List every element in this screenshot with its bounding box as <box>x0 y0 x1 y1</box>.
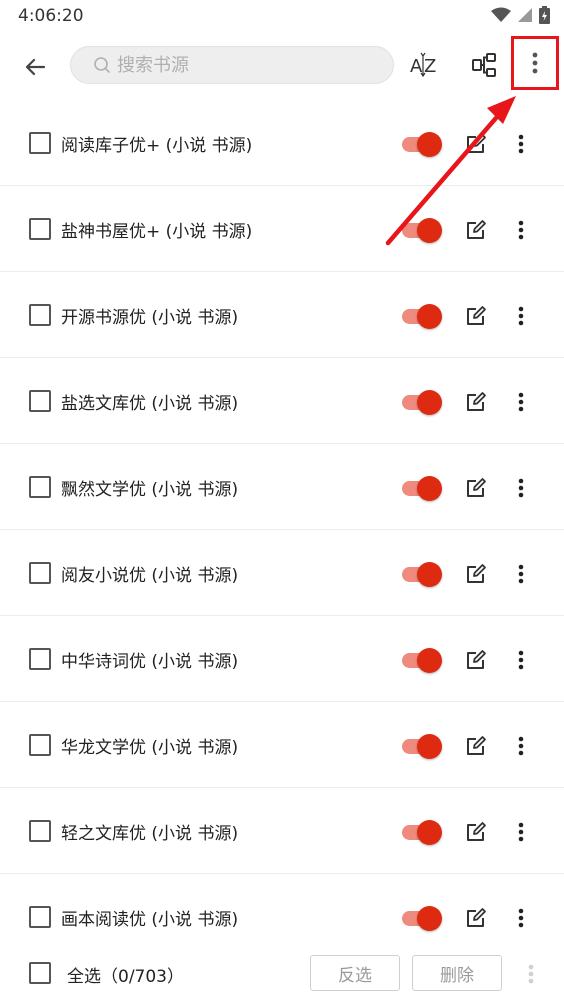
edit-icon[interactable] <box>463 819 489 845</box>
search-icon <box>94 57 110 73</box>
row-menu-button[interactable] <box>510 129 532 159</box>
source-name: 开源书源优 (小说 书源) <box>61 308 239 328</box>
edit-icon[interactable] <box>463 303 489 329</box>
more-vertical-icon <box>518 478 524 498</box>
source-row[interactable]: 华龙文学优 (小说 书源) <box>0 702 564 788</box>
battery-icon <box>539 6 550 24</box>
search-input[interactable] <box>117 54 377 76</box>
arrow-left-icon <box>25 58 46 76</box>
group-button[interactable] <box>464 44 504 86</box>
more-vertical-icon <box>518 736 524 756</box>
edit-icon[interactable] <box>463 389 489 415</box>
row-menu-button[interactable] <box>510 817 532 847</box>
status-time: 4:06:20 <box>18 6 84 26</box>
source-row[interactable]: 盐选文库优 (小说 书源) <box>0 358 564 444</box>
more-vertical-icon <box>518 134 524 154</box>
row-menu-button[interactable] <box>510 215 532 245</box>
source-row[interactable]: 飘然文学优 (小说 书源) <box>0 444 564 530</box>
delete-button[interactable]: 删除 <box>412 955 502 991</box>
select-all-label: 全选（0/703） <box>67 967 184 987</box>
row-checkbox[interactable] <box>29 218 51 240</box>
enable-switch[interactable] <box>400 303 444 329</box>
status-bar: 4:06:20 <box>0 0 564 32</box>
enable-switch[interactable] <box>400 905 444 931</box>
row-menu-button[interactable] <box>510 473 532 503</box>
source-row[interactable]: 阅友小说优 (小说 书源) <box>0 530 564 616</box>
enable-switch[interactable] <box>400 131 444 157</box>
edit-icon[interactable] <box>463 905 489 931</box>
edit-icon[interactable] <box>463 647 489 673</box>
enable-switch[interactable] <box>400 647 444 673</box>
row-checkbox[interactable] <box>29 132 51 154</box>
more-vertical-icon <box>532 52 538 74</box>
source-row[interactable]: 阅读库子优+ (小说 书源) <box>0 100 564 186</box>
signal-icon <box>518 8 532 22</box>
more-vertical-icon <box>518 822 524 842</box>
toolbar: A Z <box>0 32 564 100</box>
edit-icon[interactable] <box>463 733 489 759</box>
source-name: 盐选文库优 (小说 书源) <box>61 394 239 414</box>
source-name: 画本阅读优 (小说 书源) <box>61 910 239 930</box>
back-button[interactable] <box>14 46 56 88</box>
enable-switch[interactable] <box>400 561 444 587</box>
selection-bar: 全选（0/703） 反选 删除 <box>0 940 564 1004</box>
source-row[interactable]: 开源书源优 (小说 书源) <box>0 272 564 358</box>
sort-button[interactable]: A Z <box>404 44 444 86</box>
row-menu-button[interactable] <box>510 301 532 331</box>
source-list: 阅读库子优+ (小说 书源) 盐神书屋优+ (小说 书源) 开源书源优 (小说 … <box>0 100 564 960</box>
edit-icon[interactable] <box>463 561 489 587</box>
enable-switch[interactable] <box>400 217 444 243</box>
group-icon <box>472 53 496 77</box>
row-checkbox[interactable] <box>29 820 51 842</box>
svg-text:Z: Z <box>424 56 436 77</box>
more-vertical-icon <box>528 964 534 984</box>
more-vertical-icon <box>518 220 524 240</box>
source-name: 阅读库子优+ (小说 书源) <box>61 136 253 156</box>
source-name: 盐神书屋优+ (小说 书源) <box>61 222 253 242</box>
edit-icon[interactable] <box>463 475 489 501</box>
more-vertical-icon <box>518 650 524 670</box>
selection-more-button[interactable] <box>520 959 542 989</box>
wifi-icon <box>491 7 511 22</box>
sort-az-icon: A Z <box>410 52 436 78</box>
source-name: 华龙文学优 (小说 书源) <box>61 738 239 758</box>
row-menu-button[interactable] <box>510 645 532 675</box>
enable-switch[interactable] <box>400 819 444 845</box>
source-row[interactable]: 轻之文库优 (小说 书源) <box>0 788 564 874</box>
more-vertical-icon <box>518 306 524 326</box>
search-box[interactable] <box>70 46 394 84</box>
enable-switch[interactable] <box>400 475 444 501</box>
row-checkbox[interactable] <box>29 476 51 498</box>
source-name: 阅友小说优 (小说 书源) <box>61 566 239 586</box>
row-menu-button[interactable] <box>510 731 532 761</box>
row-checkbox[interactable] <box>29 390 51 412</box>
source-name: 中华诗词优 (小说 书源) <box>61 652 239 672</box>
row-checkbox[interactable] <box>29 734 51 756</box>
enable-switch[interactable] <box>400 389 444 415</box>
status-icons <box>491 6 550 24</box>
source-name: 飘然文学优 (小说 书源) <box>61 480 239 500</box>
row-checkbox[interactable] <box>29 304 51 326</box>
row-checkbox[interactable] <box>29 562 51 584</box>
edit-icon[interactable] <box>463 131 489 157</box>
invert-selection-button[interactable]: 反选 <box>310 955 400 991</box>
row-menu-button[interactable] <box>510 903 532 933</box>
more-vertical-icon <box>518 392 524 412</box>
edit-icon[interactable] <box>463 217 489 243</box>
enable-switch[interactable] <box>400 733 444 759</box>
row-menu-button[interactable] <box>510 387 532 417</box>
row-checkbox[interactable] <box>29 906 51 928</box>
source-row[interactable]: 中华诗词优 (小说 书源) <box>0 616 564 702</box>
row-menu-button[interactable] <box>510 559 532 589</box>
row-checkbox[interactable] <box>29 648 51 670</box>
more-options-button[interactable] <box>511 36 559 90</box>
select-all-checkbox[interactable] <box>29 962 51 984</box>
more-vertical-icon <box>518 564 524 584</box>
source-name: 轻之文库优 (小说 书源) <box>61 824 239 844</box>
source-row[interactable]: 盐神书屋优+ (小说 书源) <box>0 186 564 272</box>
more-vertical-icon <box>518 908 524 928</box>
